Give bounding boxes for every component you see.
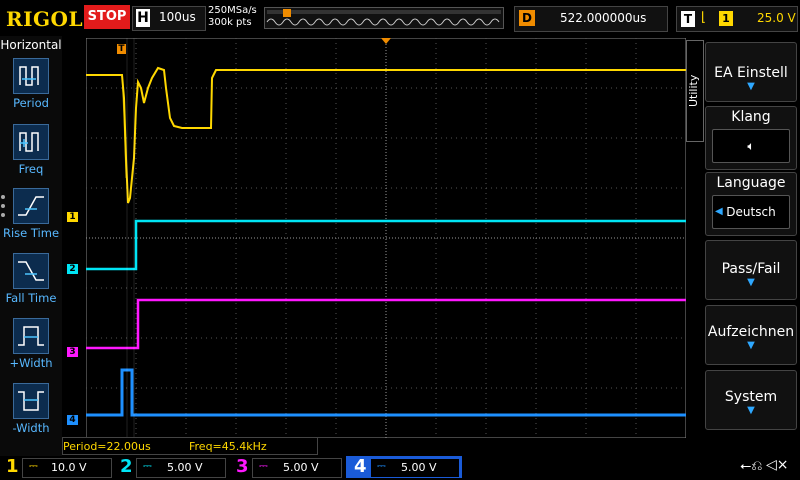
measure-pos-width-label: +Width	[9, 356, 53, 370]
measure-rise-time[interactable]: Rise Time	[0, 188, 62, 240]
channel-1-scale: 10.0 V	[51, 461, 87, 474]
fall-time-icon	[13, 253, 49, 289]
chevron-down-icon: ▼	[747, 340, 755, 351]
measure-freq-label: Freq	[18, 162, 44, 176]
channel-3-scale: 5.00 V	[283, 461, 319, 474]
trigger-time-marker[interactable]: T	[117, 44, 126, 54]
rigol-logo: RIGOL	[6, 7, 84, 31]
trigger-level: 25.0 V	[757, 11, 796, 25]
channel-1-status[interactable]: 1 ⎓ 10.0 V	[0, 456, 112, 478]
freq-icon	[13, 124, 49, 160]
sample-rate: 250MSa/s	[208, 5, 257, 16]
utility-tab: Utility	[686, 40, 704, 142]
freq-readout: Freq=45.4kHz	[189, 440, 267, 453]
pos-width-icon	[13, 318, 49, 354]
pass-fail-button[interactable]: Pass/Fail ▼	[705, 240, 797, 300]
period-icon	[13, 58, 49, 94]
timebase-indicator[interactable]: H 100us	[132, 6, 206, 31]
system-label: System	[724, 389, 778, 405]
language-label: Language	[716, 175, 786, 191]
measurement-readout: Period=22.00us Freq=45.4kHz	[62, 437, 318, 455]
klang-label: Klang	[731, 109, 771, 125]
ch3-level-marker[interactable]: 3	[67, 347, 78, 357]
klang-button[interactable]: Klang 🔈︎	[705, 106, 797, 170]
measure-neg-width[interactable]: -Width	[0, 383, 62, 435]
ea-einstell-label: EA Einstell	[714, 65, 788, 81]
measure-period-label: Period	[13, 96, 49, 110]
speaker-icon: 🔈︎	[712, 129, 790, 163]
channel-1-number: 1	[6, 456, 19, 477]
aufzeichnen-button[interactable]: Aufzeichnen ▼	[705, 305, 797, 365]
channel-3-number: 3	[236, 456, 249, 477]
waveform-display[interactable]	[86, 38, 686, 438]
dc-coupling-icon: ⎓	[143, 459, 152, 472]
delay-value: 522.000000us	[560, 11, 647, 25]
chevron-down-icon: ▼	[747, 277, 755, 288]
ch2-level-marker[interactable]: 2	[67, 264, 78, 274]
trigger-indicator[interactable]: T ⌊ 1 25.0 V	[676, 6, 798, 32]
channel-4-number: 4	[354, 456, 367, 477]
measure-neg-width-label: -Width	[12, 421, 50, 435]
measure-period[interactable]: Period	[0, 58, 62, 110]
dc-coupling-icon: ⎓	[29, 459, 38, 472]
timebase-value: 100us	[159, 10, 196, 24]
trigger-source: 1	[719, 11, 733, 26]
delay-label: D	[519, 10, 535, 26]
falling-edge-icon: ⌊	[701, 10, 707, 25]
pass-fail-label: Pass/Fail	[721, 261, 781, 277]
run-stop-status[interactable]: STOP	[84, 5, 130, 29]
memory-waveform-icon	[266, 9, 501, 26]
ea-einstell-button[interactable]: EA Einstell ▼	[705, 42, 797, 102]
language-button[interactable]: Language ◀ Deutsch	[705, 172, 797, 236]
memory-position-bar[interactable]	[264, 7, 504, 29]
chevron-down-icon: ▼	[747, 405, 755, 416]
system-button[interactable]: System ▼	[705, 370, 797, 430]
channel-2-number: 2	[120, 456, 133, 477]
chevron-left-icon: ◀	[715, 206, 723, 217]
channel-2-status[interactable]: 2 ⎓ 5.00 V	[116, 456, 228, 478]
measure-fall-time-label: Fall Time	[5, 291, 57, 305]
trigger-delay-indicator[interactable]: D 522.000000us	[514, 6, 668, 32]
chevron-down-icon: ▼	[747, 81, 755, 92]
trigger-label: T	[681, 11, 695, 27]
measure-pos-width[interactable]: +Width	[0, 318, 62, 370]
channel-4-scale: 5.00 V	[401, 461, 437, 474]
dc-coupling-icon: ⎓	[377, 459, 386, 472]
rise-time-icon	[13, 188, 49, 224]
speaker-icon: ◁×	[766, 457, 789, 473]
channel-3-status[interactable]: 3 ⎓ 5.00 V	[232, 456, 344, 478]
usb-icon: ⭠⎌	[740, 458, 763, 474]
memory-depth: 300k pts	[208, 17, 252, 28]
period-readout: Period=22.00us	[63, 440, 151, 453]
channel-4-status[interactable]: 4 ⎓ 5.00 V	[346, 456, 462, 478]
measure-menu-title: Horizontal	[0, 38, 62, 52]
measure-fall-time[interactable]: Fall Time	[0, 253, 62, 305]
ch4-level-marker[interactable]: 4	[67, 415, 78, 425]
neg-width-icon	[13, 383, 49, 419]
ch1-level-marker[interactable]: 1	[67, 212, 78, 222]
measure-freq[interactable]: Freq	[0, 124, 62, 176]
dc-coupling-icon: ⎓	[259, 459, 268, 472]
timebase-label: H	[136, 9, 150, 27]
channel-2-scale: 5.00 V	[167, 461, 203, 474]
language-value: Deutsch	[726, 205, 776, 219]
measure-rise-time-label: Rise Time	[2, 226, 60, 240]
aufzeichnen-label: Aufzeichnen	[707, 324, 795, 340]
